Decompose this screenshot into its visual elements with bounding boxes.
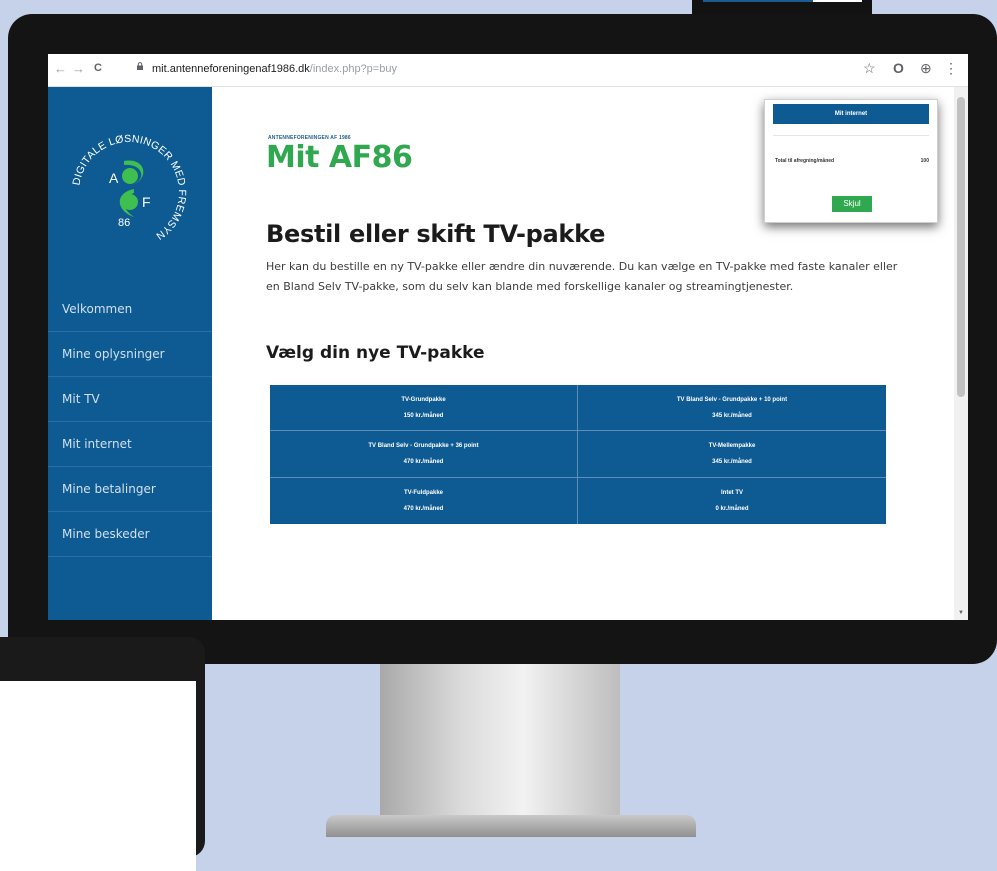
logo-letter-a: A [109, 170, 119, 186]
package-grid: TV-Grundpakke 150 kr./måned TV Bland Sel… [270, 385, 886, 524]
package-option[interactable]: TV-Grundpakke 150 kr./måned [270, 385, 578, 432]
hide-button[interactable]: Skjul [832, 196, 872, 212]
package-price: 345 kr./måned [712, 458, 752, 465]
package-name: TV-Grundpakke [401, 396, 446, 403]
extension-icon[interactable]: O [893, 60, 904, 76]
logo-letter-f: F [142, 194, 151, 210]
sidebar-item-mine-oplysninger[interactable]: Mine oplysninger [48, 332, 212, 377]
monitor-stand [380, 662, 620, 830]
summary-total-row: Total til afregning/måned 100 [775, 158, 929, 164]
logo-number: 86 [118, 217, 130, 229]
sidebar-item-mit-internet[interactable]: Mit internet [48, 422, 212, 467]
tablet-screen [0, 681, 196, 871]
phone-screen [703, 0, 862, 2]
package-name: TV-Mellempakke [708, 442, 756, 449]
star-icon[interactable]: ☆ [863, 60, 876, 77]
account-icon[interactable]: ⊕ [920, 60, 932, 77]
summary-panel-header: Mit internet [773, 104, 929, 124]
sidebar-item-mine-beskeder[interactable]: Mine beskeder [48, 512, 212, 557]
package-option[interactable]: TV-Fuldpakke 470 kr./måned [270, 477, 578, 524]
lock-icon [137, 62, 143, 70]
sidebar-item-mit-tv[interactable]: Mit TV [48, 377, 212, 422]
scrollbar-thumb[interactable] [957, 97, 965, 397]
url-host: mit.antenneforeningenaf1986.dk [152, 63, 310, 75]
summary-divider [773, 135, 929, 136]
intro-text: Her kan du bestille en ny TV-pakke eller… [266, 260, 898, 293]
reload-button[interactable]: C [94, 62, 102, 74]
forward-button[interactable]: → [72, 61, 85, 76]
summary-panel: Mit internet Total til afregning/måned 1… [764, 99, 938, 223]
browser-menu-icon[interactable]: ⋮ [944, 60, 958, 77]
package-option[interactable]: Intet TV 0 kr./måned [578, 478, 886, 524]
sidebar-item-velkommen[interactable]: Velkommen [48, 287, 212, 332]
brand-title[interactable]: Mit AF86 [266, 140, 413, 175]
summary-total-value: 100 [920, 158, 929, 164]
package-option[interactable]: TV-Mellempakke 345 kr./måned [578, 431, 886, 478]
address-bar[interactable]: mit.antenneforeningenaf1986.dk/index.php… [152, 63, 397, 75]
scrollbar[interactable]: ▼ [954, 87, 968, 620]
package-price: 150 kr./måned [403, 412, 444, 419]
package-name: TV Bland Selv - Grundpakke + 36 point [368, 442, 479, 449]
scroll-down-arrow-icon[interactable]: ▼ [958, 610, 964, 616]
package-price: 0 kr./måned [715, 505, 749, 512]
back-button[interactable]: ← [54, 61, 67, 76]
sidebar: DIGITALE LØSNINGER MED FREMSYN A F 86 Ve… [48, 87, 212, 620]
package-name: Intet TV [721, 489, 743, 496]
tablet-device [0, 637, 205, 871]
sidebar-menu: Velkommen Mine oplysninger Mit TV Mit in… [48, 287, 212, 557]
af86-logo: DIGITALE LØSNINGER MED FREMSYN A F 86 [70, 133, 187, 242]
package-option[interactable]: TV Bland Selv - Grundpakke + 36 point 47… [270, 431, 578, 478]
page-title: Bestil eller skift TV-pakke [266, 220, 606, 248]
monitor-stand-base [326, 815, 696, 837]
package-name: TV-Fuldpakke [403, 489, 443, 496]
package-option[interactable]: TV Bland Selv - Grundpakke + 10 point 34… [578, 385, 886, 432]
sidebar-item-mine-betalinger[interactable]: Mine betalinger [48, 467, 212, 512]
package-name: TV Bland Selv - Grundpakke + 10 point [676, 396, 788, 403]
summary-total-label: Total til afregning/måned [775, 158, 835, 164]
package-price: 470 kr./måned [403, 458, 444, 465]
package-price: 470 kr./måned [403, 505, 444, 512]
package-price: 345 kr./måned [712, 412, 752, 419]
section-title: Vælg din nye TV-pakke [266, 343, 485, 363]
phone-header-bar [703, 0, 813, 2]
browser-toolbar: ← → C mit.antenneforeningenaf1986.dk/ind… [48, 54, 968, 87]
url-path: /index.php?p=buy [309, 63, 397, 75]
browser-window: ← → C mit.antenneforeningenaf1986.dk/ind… [48, 54, 968, 620]
